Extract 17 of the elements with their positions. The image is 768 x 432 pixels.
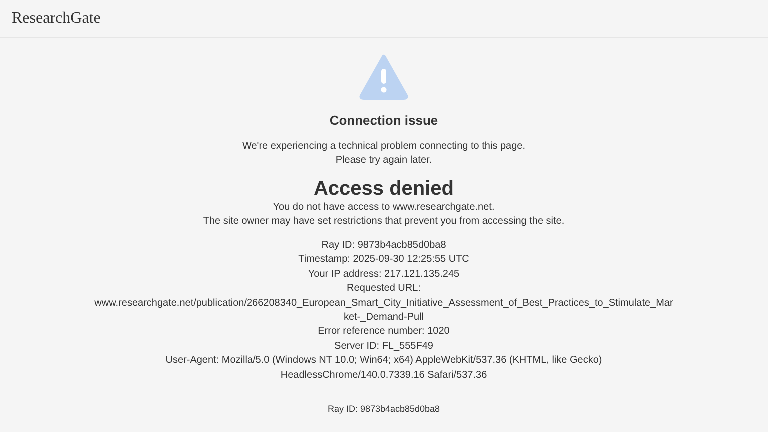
warning-icon	[359, 54, 409, 100]
error-detail: Timestamp: 2025-09-30 12:25:55 UTC	[298, 253, 470, 268]
error-detail: Ray ID: 9873b4acb85d0ba8	[322, 239, 446, 253]
notice-message: Please try again later.	[336, 154, 432, 168]
error-detail: Your IP address: 217.121.135.245	[308, 268, 460, 282]
logo[interactable]: ResearchGate	[12, 10, 101, 28]
error-message: You do not have access to www.researchgate.net.	[273, 201, 495, 215]
notice-message: We're experiencing a technical problem connecting to this page.	[242, 140, 526, 154]
error-detail: Server ID: FL_555F49	[334, 340, 434, 354]
error-message: The site owner may have set restrictions that prevent you from accessing the site.	[203, 215, 565, 229]
error-detail: User-Agent: Mozilla/5.0 (Windows NT 10.0; Win64; x64) AppleWebKit/537.36 (KHTML, like Gecko) HeadlessChrome/140.0.7339.16 Safari/537.36	[164, 354, 604, 383]
error-detail: Error reference number: 1020	[318, 325, 450, 340]
error-title: Access denied	[314, 177, 454, 201]
notice-title: Connection issue	[330, 113, 438, 128]
footer-ray-id: Ray ID: 9873b4acb85d0ba8	[328, 404, 440, 414]
error-detail: Requested URL:	[347, 282, 421, 296]
error-detail: www.researchgate.net/publication/266208340_European_Smart_City_Initiative_Assessment_of_Best_Practices_to_Stimulate_Market-_Demand-Pull	[94, 296, 674, 326]
